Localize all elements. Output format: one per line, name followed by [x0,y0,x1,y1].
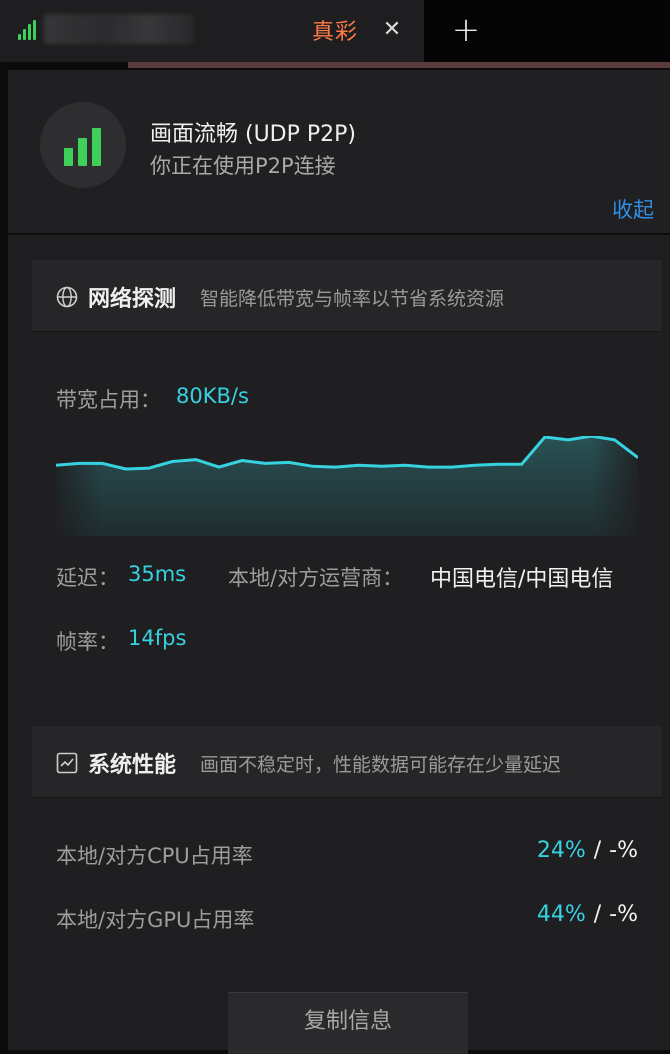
tab-underline [128,62,670,68]
connection-info-panel: 画面流畅 (UDP P2P) 你正在使用P2P连接 收起 网络探测 智能降低带宽… [8,70,670,1054]
active-tab[interactable]: 真彩 ✕ [0,0,424,62]
bandwidth-value: 80KB/s [176,384,249,408]
network-probe-hint: 智能降低带宽与帧率以节省系统资源 [200,288,505,310]
system-performance-card: 系统性能 画面不稳定时，性能数据可能存在少量延迟 本地/对方CPU占用率 24%… [32,726,662,966]
connection-summary: 画面流畅 (UDP P2P) 你正在使用P2P连接 收起 [8,70,670,235]
network-probe-body: 带宽占用： 80KB/s 延迟： 35ms 本地/对方运营商： 中国电信/中国电… [32,332,662,702]
new-tab-button[interactable]: + [448,10,484,50]
gpu-usage-row: 本地/对方GPU占用率 44% / -% [32,896,662,936]
signal-bars-icon [40,102,126,188]
tab-bar: 真彩 ✕ + [0,0,670,62]
bandwidth-label: 带宽占用： [56,388,161,412]
globe-icon [56,286,78,308]
gpu-usage-label: 本地/对方GPU占用率 [56,908,255,932]
gpu-usage-values: 44% / -% [537,902,638,927]
bandwidth-chart [56,436,638,536]
system-performance-header: 系统性能 画面不稳定时，性能数据可能存在少量延迟 [32,726,662,798]
collapse-link[interactable]: 收起 [612,194,654,224]
cpu-usage-separator: / [593,838,602,863]
system-performance-title: 系统性能 [88,753,177,778]
tab-close-button[interactable]: ✕ [378,14,406,46]
signal-icon [18,20,36,40]
fps-label: 帧率： [56,630,119,654]
latency-label: 延迟： [56,566,119,590]
latency-value: 35ms [128,562,187,586]
trend-chart-icon [56,752,78,774]
gpu-usage-remote: -% [609,902,638,927]
connection-subtitle: 你正在使用P2P连接 [150,154,336,178]
cpu-usage-local: 24% [536,838,586,863]
cpu-usage-values: 24% / -% [537,838,638,863]
tab-title: 真彩 [312,20,359,45]
isp-value: 中国电信/中国电信 [430,567,614,592]
cpu-usage-label: 本地/对方CPU占用率 [56,844,253,868]
cpu-usage-remote: -% [609,838,638,863]
copy-info-button[interactable]: 复制信息 [228,992,468,1054]
network-probe-title: 网络探测 [88,287,177,312]
gpu-usage-local: 44% [536,902,586,927]
system-performance-hint: 画面不稳定时，性能数据可能存在少量延迟 [200,754,562,776]
connection-title: 画面流畅 (UDP P2P) [150,122,356,147]
fps-value: 14fps [128,626,187,650]
isp-label: 本地/对方运营商： [228,566,404,590]
cpu-usage-row: 本地/对方CPU占用率 24% / -% [32,832,662,872]
network-probe-header: 网络探测 智能降低带宽与帧率以节省系统资源 [32,260,662,332]
redacted-device-name [44,14,194,44]
gpu-usage-separator: / [593,902,602,927]
system-performance-body: 本地/对方CPU占用率 24% / -% 本地/对方GPU占用率 44% / -% [32,798,662,966]
network-probe-card: 网络探测 智能降低带宽与帧率以节省系统资源 带宽占用： 80KB/s 延迟： 3… [32,260,662,702]
